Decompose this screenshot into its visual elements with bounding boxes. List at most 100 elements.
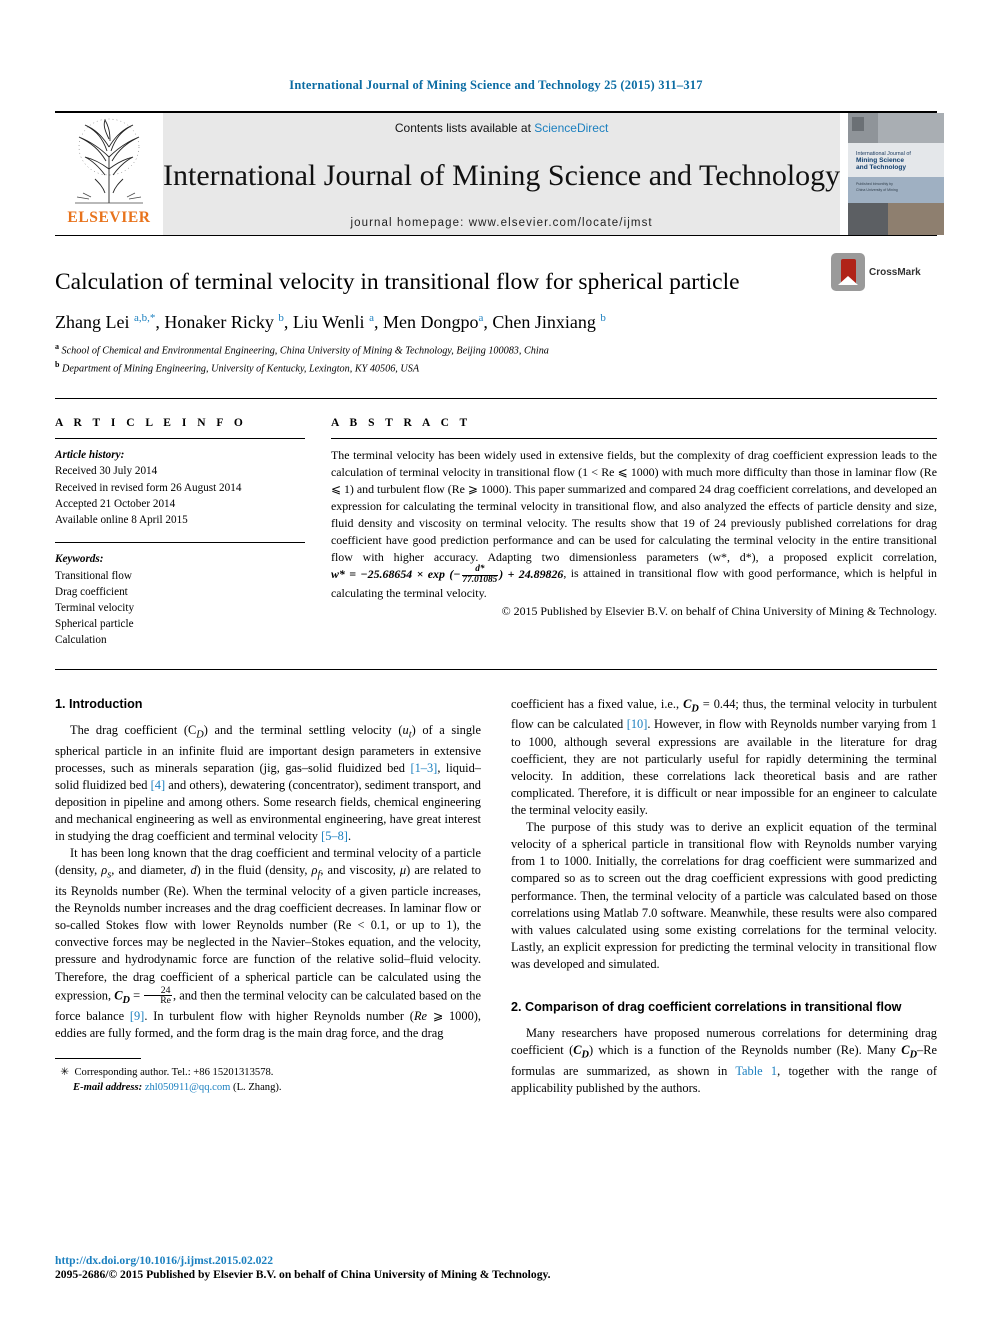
- email-label: E-mail address:: [73, 1082, 143, 1094]
- s2-c: formulas are summarized, as shown in: [511, 1064, 736, 1078]
- crossmark-icon: [831, 253, 865, 291]
- body-top-rule: [55, 668, 937, 670]
- p1-f: .: [347, 829, 352, 844]
- title-block: Calculation of terminal velocity in tran…: [55, 236, 937, 376]
- masthead-center: Contents lists available at ScienceDirec…: [163, 113, 841, 235]
- article-history: Article history: Received 30 July 2014 R…: [55, 447, 305, 528]
- rp1-a: coefficient has a fixed value, i.e.,: [511, 696, 684, 711]
- abstract-rule: [331, 438, 937, 440]
- p2-eq-lhs: C: [114, 988, 123, 1002]
- right-paragraph-1: coefficient has a fixed value, i.e., CD …: [511, 696, 937, 819]
- email-link[interactable]: zhl050911@qq.com: [145, 1082, 231, 1093]
- svg-text:China University of Mining: China University of Mining: [856, 188, 898, 192]
- table-1-link[interactable]: Table 1: [735, 1064, 777, 1078]
- p2-eq-equals: =: [129, 988, 144, 1002]
- body-column-right: coefficient has a fixed value, i.e., CD …: [511, 696, 937, 1098]
- contents-line: Contents lists available at ScienceDirec…: [395, 121, 608, 135]
- article-info-column: A R T I C L E I N F O Article history: R…: [55, 417, 305, 649]
- body-columns: 1. Introduction The drag coefficient (CD…: [55, 696, 937, 1098]
- reference-link-1[interactable]: [1–3]: [410, 761, 437, 775]
- abstract-equation-head: w* = −25.68654 × exp (−: [331, 566, 461, 581]
- keywords-label: Keywords:: [55, 553, 104, 566]
- fraction-denominator: 77.01085: [462, 574, 498, 585]
- right-paragraph-2: The purpose of this study was to derive …: [511, 820, 937, 971]
- journal-masthead: ELSEVIER Contents lists available at Sci…: [55, 111, 945, 235]
- svg-text:Mining Science: Mining Science: [856, 157, 904, 164]
- intro-paragraph-2: It has been long known that the drag coe…: [55, 846, 481, 1040]
- keyword-item: Calculation: [55, 634, 107, 647]
- s2-cdre-b: –Re: [917, 1043, 937, 1058]
- journal-cover-thumbnail: International Journal of Mining Science …: [848, 113, 945, 235]
- reference-link-5-8[interactable]: [5–8]: [321, 829, 348, 843]
- reference-link-9[interactable]: [9]: [130, 1009, 144, 1023]
- p2-re: Re: [413, 1008, 428, 1023]
- p2-b: , and diameter,: [111, 863, 191, 878]
- reference-link-4[interactable]: [4]: [151, 778, 165, 792]
- s2-cdre-a: C: [901, 1043, 910, 1058]
- email-note: E-mail address: zhl050911@qq.com (L. Zha…: [55, 1080, 481, 1095]
- journal-title: International Journal of Mining Science …: [163, 159, 841, 192]
- article-info-rule: [55, 438, 305, 440]
- doi-link[interactable]: http://dx.doi.org/10.1016/j.ijmst.2015.0…: [55, 1254, 937, 1267]
- body-column-left: 1. Introduction The drag coefficient (CD…: [55, 696, 481, 1098]
- p2-d: , and viscosity,: [320, 863, 400, 878]
- corresponding-author-note: ✳ Corresponding author. Tel.: +86 152013…: [55, 1066, 274, 1078]
- issn-copyright-line: 2095-2686/© 2015 Published by Elsevier B…: [55, 1268, 551, 1281]
- abstract-equation-tail: ) + 24.89826: [499, 566, 564, 581]
- paper-page: International Journal of Mining Science …: [0, 0, 992, 1323]
- journal-homepage[interactable]: journal homepage: www.elsevier.com/locat…: [350, 217, 652, 229]
- rp1-sub: D: [691, 703, 699, 715]
- running-head: International Journal of Mining Science …: [289, 78, 703, 92]
- abstract-text: The terminal velocity has been widely us…: [331, 447, 937, 602]
- elsevier-logo: ELSEVIER: [55, 113, 163, 235]
- s2-cdre-sub: D: [909, 1049, 918, 1061]
- email-suffix: (L. Zhang).: [230, 1082, 282, 1094]
- info-abstract-row: A R T I C L E I N F O Article history: R…: [55, 398, 937, 649]
- affiliation-a: a School of Chemical and Environmental E…: [55, 342, 549, 357]
- abstract-heading: A B S T R A C T: [331, 417, 472, 430]
- keyword-item: Drag coefficient: [55, 585, 128, 598]
- history-item: Available online 8 April 2015: [55, 514, 188, 527]
- cover-art: International Journal of Mining Science …: [848, 113, 945, 235]
- page-footer: http://dx.doi.org/10.1016/j.ijmst.2015.0…: [55, 1254, 937, 1281]
- stokes-fraction: 24 Re: [144, 985, 172, 1007]
- article-history-label: Article history:: [55, 449, 125, 462]
- p2-c: ) in the fluid (density,: [196, 863, 312, 878]
- article-info-heading: A R T I C L E I N F O: [55, 417, 247, 430]
- p1-a: The drag coefficient (C: [70, 722, 197, 737]
- footnote-block: ✳ Corresponding author. Tel.: +86 152013…: [55, 1057, 481, 1096]
- p2-eq-sub: D: [122, 994, 130, 1006]
- abstract-equation-fraction: d* 77.01085: [461, 565, 499, 585]
- history-item: Received in revised form 26 August 2014: [55, 481, 242, 494]
- affiliation-b-text: Department of Mining Engineering, Univer…: [62, 363, 420, 375]
- elsevier-tree-icon: [75, 118, 143, 204]
- reference-link-10[interactable]: [10]: [627, 717, 648, 731]
- sciencedirect-link[interactable]: ScienceDirect: [534, 121, 608, 135]
- abstract-copyright: © 2015 Published by Elsevier B.V. on beh…: [501, 603, 937, 618]
- section-1-heading: 1. Introduction: [55, 696, 143, 711]
- author-list: Zhang Lei a,b,*, Honaker Ricky b, Liu We…: [55, 312, 606, 333]
- affiliation-a-text: School of Chemical and Environmental Eng…: [61, 345, 549, 357]
- keyword-item: Transitional flow: [55, 569, 132, 582]
- affiliation-list: a School of Chemical and Environmental E…: [55, 341, 937, 376]
- keywords-block: Keywords: Transitional flow Drag coeffic…: [55, 551, 305, 648]
- crossmark-badge[interactable]: CrossMark: [831, 252, 937, 292]
- s2-sub: D: [581, 1049, 589, 1061]
- history-item: Received 30 July 2014: [55, 465, 158, 478]
- rp1-c: . However, in flow with Reynolds number …: [511, 717, 937, 817]
- abstract-part-1: The terminal velocity has been widely us…: [331, 448, 937, 564]
- contents-prefix: Contents lists available at: [394, 121, 535, 135]
- p2-g: . In turbulent flow with higher Reynolds…: [144, 1008, 414, 1023]
- abstract-column: A B S T R A C T The terminal velocity ha…: [331, 417, 937, 649]
- footnote-rule: [55, 1057, 141, 1059]
- intro-paragraph-1: The drag coefficient (CD) and the termin…: [55, 722, 481, 844]
- elsevier-wordmark: ELSEVIER: [67, 209, 151, 226]
- stokes-denominator: Re: [160, 995, 171, 1007]
- keyword-item: Terminal velocity: [55, 602, 135, 614]
- crossmark-label: CrossMark: [869, 266, 921, 278]
- page-title: Calculation of terminal velocity in tran…: [55, 269, 740, 295]
- p2-e: ) are related to its Reynolds number (Re…: [55, 863, 481, 1002]
- section-2-paragraph-1: Many researchers have proposed numerous …: [511, 1025, 937, 1097]
- svg-text:and Technology: and Technology: [856, 164, 906, 171]
- abstract-equation: w* = −25.68654 × exp (− d* 77.01085) + 24.…: [331, 565, 564, 585]
